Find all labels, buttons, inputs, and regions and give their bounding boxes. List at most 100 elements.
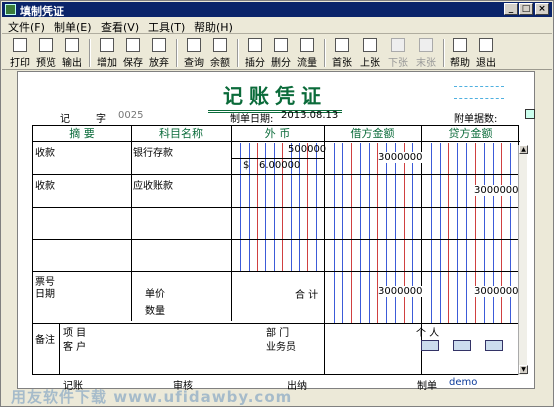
save-icon [126, 38, 140, 52]
voucher-type-label: 记 [60, 114, 70, 125]
exit-button[interactable]: 退出 [474, 37, 498, 69]
window-title: 填制凭证 [20, 5, 64, 18]
menu-tools[interactable]: 工具(T) [148, 19, 185, 35]
title-bar: 填制凭证 _ □ × [2, 2, 552, 18]
save-button[interactable]: 保存 [121, 37, 145, 69]
cashflow-icon [300, 38, 314, 52]
close-button[interactable]: × [535, 3, 549, 15]
grid-line [59, 323, 60, 374]
cashflow-button[interactable]: 流量 [295, 37, 319, 69]
unit-price-label: 单价 [145, 289, 165, 300]
row-divider [33, 271, 520, 272]
toolbar-separator [443, 39, 445, 67]
first-voucher-button[interactable]: 首张 [330, 37, 354, 69]
undo-icon [152, 38, 166, 52]
add-icon [100, 38, 114, 52]
voucher-title: 记账凭证 [208, 80, 342, 113]
help-button[interactable]: 帮助 [448, 37, 472, 69]
ticket-date-label: 日期 [35, 289, 55, 300]
insert-entry-button[interactable]: 插分 [243, 37, 267, 69]
date-label: 制单日期: [230, 114, 274, 125]
next-icon [391, 38, 405, 52]
row1-account[interactable]: 银行存款 [133, 144, 173, 159]
balance-button[interactable]: 余额 [208, 37, 232, 69]
row1-fc-rate[interactable]: 6.00000 [259, 160, 300, 171]
add-button[interactable]: 增加 [95, 37, 119, 69]
delete-row-icon [274, 38, 288, 52]
tool-icon[interactable] [485, 340, 503, 351]
row1-debit[interactable]: 3000000 [378, 152, 423, 163]
maximize-button[interactable]: □ [519, 3, 533, 15]
total-credit: 3000000 [474, 286, 519, 297]
menu-voucher[interactable]: 制单(E) [54, 19, 92, 35]
row2-account[interactable]: 应收账款 [133, 177, 173, 192]
project-label: 项 目 [63, 328, 87, 339]
customer-label: 客 户 [63, 342, 87, 353]
salesman-label: 业务员 [266, 342, 296, 353]
export-button[interactable]: 输出 [60, 37, 84, 69]
row1-fc-amount[interactable]: 500000 [288, 144, 326, 155]
voucher-sheet: 记账凭证 记 字 0025 制单日期: 2013.08.13 附单据数: 摘 要… [17, 71, 535, 389]
next-voucher-button[interactable]: 下张 [386, 37, 410, 69]
row1-summary[interactable]: 收款 [35, 144, 55, 159]
remarks-label: 备注 [35, 335, 55, 346]
export-icon [65, 38, 79, 52]
scroll-down-arrow-icon[interactable]: ▼ [519, 365, 528, 374]
preview-icon [39, 38, 53, 52]
row-divider [33, 239, 520, 240]
quantity-label: 数量 [145, 306, 165, 317]
query-button[interactable]: 查询 [182, 37, 206, 69]
total-debit: 3000000 [378, 286, 423, 297]
balance-chart-icon [213, 38, 227, 52]
preview-button[interactable]: 预览 [34, 37, 58, 69]
row2-credit[interactable]: 3000000 [474, 185, 519, 196]
ledger-icon[interactable] [453, 340, 471, 351]
first-icon [335, 38, 349, 52]
menu-help[interactable]: 帮助(H) [194, 19, 233, 35]
print-button[interactable]: 打印 [8, 37, 32, 69]
person-label: 个 人 [416, 328, 440, 339]
exit-icon [479, 38, 493, 52]
dashed-rule [454, 86, 504, 87]
department-label: 部 门 [266, 328, 290, 339]
vertical-scrollbar[interactable]: ▲ ▼ [518, 145, 528, 375]
row1-fc-symbol: $ [243, 160, 250, 171]
card-icon[interactable] [421, 340, 439, 351]
attachments-label: 附单据数: [454, 114, 498, 125]
insert-row-icon [248, 38, 262, 52]
prev-voucher-button[interactable]: 上张 [358, 37, 382, 69]
column-header-summary: 摘 要 [33, 126, 131, 142]
voucher-window: 填制凭证 _ □ × 文件(F) 制单(E) 查看(V) 工具(T) 帮助(H)… [0, 0, 554, 407]
prev-icon [363, 38, 377, 52]
discard-button[interactable]: 放弃 [147, 37, 171, 69]
row-divider [33, 174, 520, 175]
preparer-label: 制单 [417, 381, 437, 392]
menu-view[interactable]: 查看(V) [101, 19, 139, 35]
toolbar-separator [176, 39, 178, 67]
column-header-account: 科目名称 [131, 126, 231, 142]
scroll-up-arrow-icon[interactable]: ▲ [519, 145, 528, 154]
total-label: 合 计 [295, 290, 319, 301]
app-icon [5, 4, 16, 15]
menu-file[interactable]: 文件(F) [8, 19, 45, 35]
last-icon [419, 38, 433, 52]
watermark: 用友软件下载 www.ufidawby.com [11, 388, 293, 406]
toolbar-separator [89, 39, 91, 67]
menu-bar: 文件(F) 制单(E) 查看(V) 工具(T) 帮助(H) [2, 18, 552, 34]
last-voucher-button[interactable]: 末张 [414, 37, 438, 69]
row-divider [33, 207, 520, 208]
binoculars-icon [187, 38, 201, 52]
toolbar-separator [324, 39, 326, 67]
preparer-name: demo [449, 377, 478, 388]
search-icon[interactable] [525, 109, 535, 119]
date-field[interactable]: 2013.08.13 [281, 110, 338, 121]
toolbar-separator [237, 39, 239, 67]
voucher-number-field[interactable]: 0025 [118, 110, 143, 121]
row2-summary[interactable]: 收款 [35, 177, 55, 192]
minimize-button[interactable]: _ [504, 3, 518, 15]
voucher-entry-table: 摘 要 科目名称 外 币 借方金额 贷方金额 收款 银行存款 500000 $ … [32, 125, 520, 375]
fc-sub-divider [232, 158, 324, 159]
voucher-number-label: 字 [96, 114, 106, 125]
delete-entry-button[interactable]: 删分 [269, 37, 293, 69]
grid-line [131, 126, 132, 321]
